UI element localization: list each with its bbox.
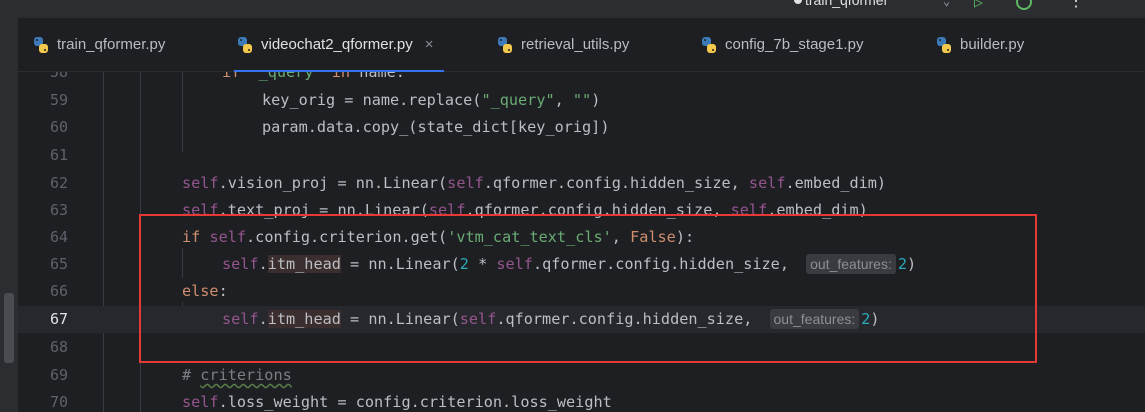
code-text: key_orig = name.replace("_query", "") [262,91,601,109]
line-number: 62 [49,174,68,192]
line-number: 60 [49,118,68,136]
python-icon [34,36,48,53]
code-line: 60 param.data.copy_(state_dict[key_orig]… [18,114,1145,141]
line-number: 61 [49,146,68,164]
code-text: param.data.copy_(state_dict[key_orig]) [262,118,610,136]
project-dot-icon [794,0,802,4]
tab-label: videochat2_qformer.py [261,36,413,53]
tab-builder[interactable]: builder.py [935,18,1024,71]
close-tab-icon[interactable]: × [425,36,434,53]
python-icon [498,36,512,53]
editor-tab-bar: train_qformer.py videochat2_qformer.py ×… [18,18,1145,72]
highlight-annotation-box [139,214,1037,363]
line-number: 63 [49,201,68,219]
tab-config-7b-stage1[interactable]: config_7b_stage1.py [700,18,863,71]
code-line: 69 # criterions [18,362,1145,389]
line-number: 66 [49,282,68,300]
tab-videochat2-qformer[interactable]: videochat2_qformer.py × [234,18,444,72]
tab-label: builder.py [960,36,1025,53]
code-line: 70 self.loss_weight = config.criterion.l… [18,389,1145,412]
code-line: 58 if "_query" in name: [18,72,1145,86]
left-gutter-strip [0,18,18,412]
title-bar: train_qformer ⌄ ▷ ⋮ [0,0,1145,18]
chevron-down-icon[interactable]: ⌄ [943,0,950,8]
tab-retrieval-utils[interactable]: retrieval_utils.py [496,18,629,71]
more-icon[interactable]: ⋮ [1068,0,1084,10]
line-number: 59 [49,91,68,109]
code-text: self.vision_proj = nn.Linear(self.qforme… [182,174,887,192]
line-number: 65 [49,255,68,273]
code-line: 62 self.vision_proj = nn.Linear(self.qfo… [18,170,1145,197]
run-icon[interactable]: ▷ [974,0,983,11]
line-number: 69 [49,366,68,384]
line-number: 70 [49,393,68,411]
scroll-thumb[interactable] [4,293,14,363]
python-icon [238,36,252,53]
code-line: 61 [18,142,1145,169]
tab-label: config_7b_stage1.py [725,36,864,53]
python-icon [937,36,951,53]
project-name[interactable]: train_qformer [805,0,888,8]
code-comment: # criterions [182,366,292,384]
code-line: 59 key_orig = name.replace("_query", "") [18,87,1145,114]
line-number: 64 [49,228,68,246]
code-text: if "_query" in name: [222,72,405,81]
python-icon [702,36,716,53]
tab-label: train_qformer.py [57,36,166,53]
line-number: 67 [49,310,68,328]
code-text: self.loss_weight = config.criterion.loss… [182,393,612,411]
line-number: 68 [49,338,68,356]
tab-train-qformer[interactable]: train_qformer.py [32,18,165,71]
tab-label: retrieval_utils.py [521,36,630,53]
line-number: 58 [49,72,68,81]
debug-icon[interactable] [1016,0,1032,10]
